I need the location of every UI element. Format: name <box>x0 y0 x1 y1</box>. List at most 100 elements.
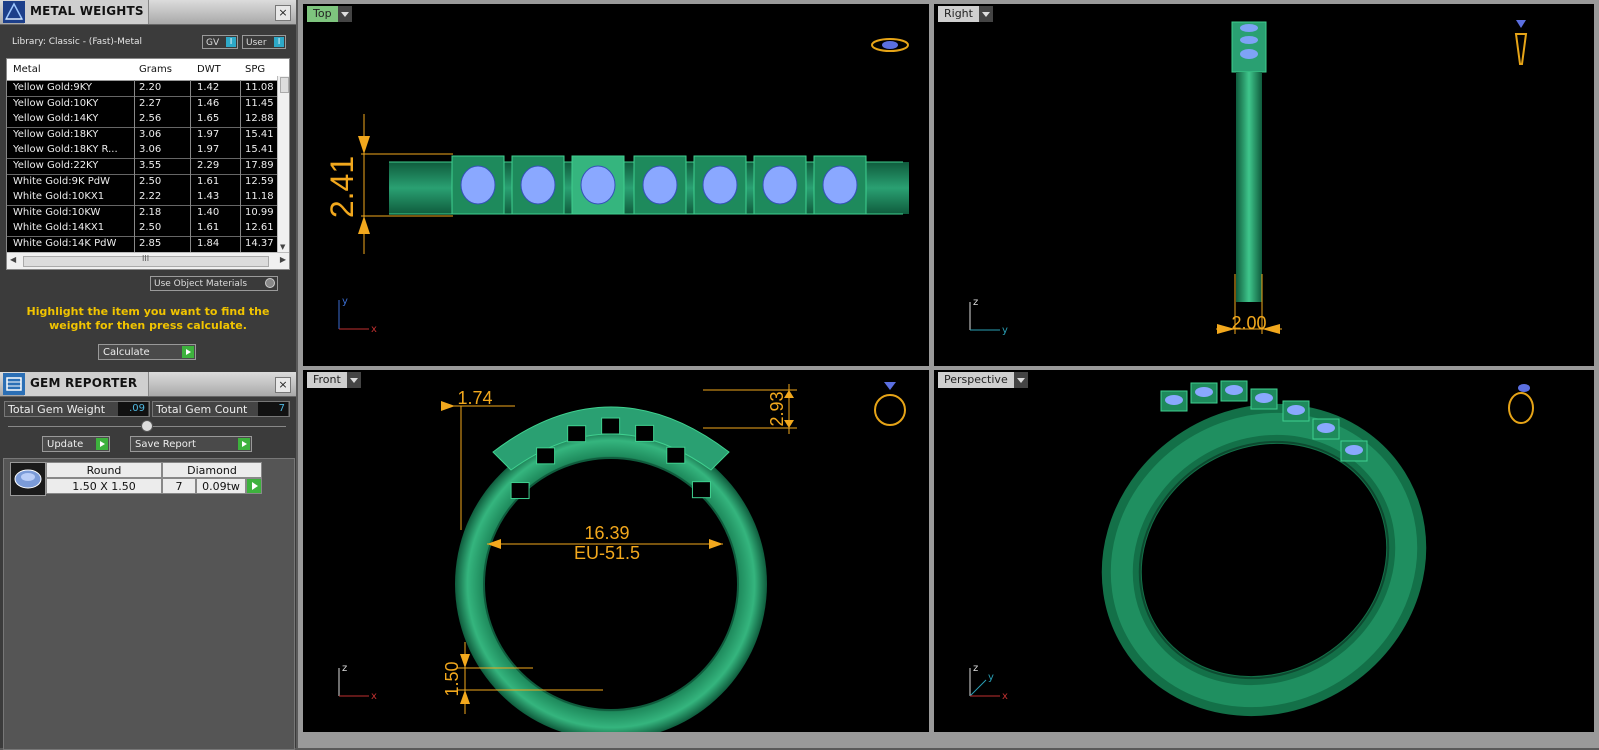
cell-grams: 2.22 <box>139 191 162 203</box>
cell-grams: 3.06 <box>139 144 162 156</box>
total-gem-count-field: Total Gem Count 7 <box>152 401 290 417</box>
calculate-button[interactable]: Calculate <box>98 344 196 360</box>
front-viewport[interactable]: 1.74 2.93 16.39 EU-51.5 1.50 z x Front <box>303 370 929 732</box>
gem-reporter-logo-icon <box>3 373 25 395</box>
cell-dwt: 1.61 <box>197 175 220 187</box>
table-row[interactable]: Yellow Gold:18KY R... 3.06 1.97 15.41 <box>7 143 277 160</box>
gem-reporter-close-button[interactable]: × <box>275 377 291 393</box>
axis-y-label: y <box>1002 325 1008 336</box>
use-object-materials-button[interactable]: Use Object Materials <box>150 276 278 291</box>
user-toggle[interactable]: User I <box>242 35 286 49</box>
chevron-down-icon[interactable] <box>337 6 352 22</box>
table-row[interactable]: Yellow Gold:22KY 3.55 2.29 17.89 <box>7 159 277 175</box>
scroll-left-icon[interactable]: ◀ <box>10 255 16 264</box>
table-row[interactable]: White Gold:10KW 2.18 1.40 10.99 <box>7 205 277 222</box>
round-gem-thumbnail[interactable] <box>10 462 46 496</box>
table-row[interactable]: Yellow Gold:18KY 3.06 1.97 15.41 <box>7 127 277 144</box>
update-button[interactable]: Update <box>42 436 110 452</box>
gem-slider-handle[interactable] <box>141 420 153 432</box>
cell-dwt: 1.43 <box>197 191 220 203</box>
diamond-stone <box>1255 393 1273 403</box>
diamond-stone <box>460 165 496 205</box>
gallery-window <box>510 482 530 500</box>
cell-grams: 2.18 <box>139 206 162 218</box>
chevron-down-icon[interactable] <box>978 6 993 22</box>
perspective-view-render: z y x <box>969 380 1534 717</box>
table-row[interactable]: Yellow Gold:9KY 2.20 1.42 11.08 <box>7 81 277 97</box>
round-diamond-icon <box>14 469 42 489</box>
tab-right-view[interactable]: Right <box>938 6 993 22</box>
cell-metal: Yellow Gold:18KY <box>13 128 99 140</box>
scroll-right-icon[interactable]: ▶ <box>280 255 286 264</box>
col-metal[interactable]: Metal <box>13 64 41 75</box>
diamond-stone <box>762 165 798 205</box>
scroll-down-icon[interactable]: ▼ <box>280 243 285 251</box>
axis-x-label: x <box>371 691 377 702</box>
col-grams[interactable]: Grams <box>139 64 172 75</box>
right-viewport[interactable]: 2.00 z y Right <box>934 4 1594 366</box>
table-row[interactable]: White Gold:9K PdW 2.50 1.61 12.59 <box>7 174 277 191</box>
gem-select-button[interactable] <box>246 478 262 494</box>
col-spg[interactable]: SPG <box>245 64 265 75</box>
tab-front-view[interactable]: Front <box>307 372 361 388</box>
cell-metal: White Gold:10KW <box>13 206 101 218</box>
play-icon <box>252 482 258 490</box>
tab-top-view[interactable]: Top <box>307 6 352 22</box>
vscroll-thumb[interactable] <box>280 77 289 93</box>
diamond-stone <box>1165 395 1183 405</box>
viewport-area: 2.41 y x Top 2.00 z y Right 1.74 2.93 16… <box>298 0 1599 748</box>
diamond-stone <box>1317 423 1335 433</box>
chevron-down-icon[interactable] <box>1013 372 1028 388</box>
table-row[interactable]: White Gold:14KX1 2.50 1.61 12.61 <box>7 221 277 238</box>
gem-list: Round Diamond 1.50 X 1.50 7 0.09tw <box>3 458 295 750</box>
cell-grams: 3.55 <box>139 160 162 171</box>
perspective-viewport[interactable]: z y x Perspective <box>934 370 1594 732</box>
gv-toggle[interactable]: GV I <box>202 35 238 49</box>
cell-grams: 2.56 <box>139 113 162 125</box>
gem-count: 7 <box>162 478 196 494</box>
cell-grams: 2.50 <box>139 222 162 234</box>
hscroll-thumb[interactable]: III <box>23 254 269 267</box>
front-top-offset-dimension: 1.74 <box>457 388 492 408</box>
table-row[interactable]: White Gold:10KX1 2.22 1.43 11.18 <box>7 190 277 207</box>
perspective-view-ring-icon[interactable] <box>1508 384 1534 424</box>
save-report-button[interactable]: Save Report <box>130 436 252 452</box>
chevron-down-icon[interactable] <box>346 372 361 388</box>
options-icon <box>265 278 275 288</box>
metal-table-vertical-scrollbar[interactable]: ▼ <box>277 76 289 252</box>
top-viewport[interactable]: 2.41 y x Top <box>303 4 929 366</box>
table-row[interactable]: Yellow Gold:14KY 2.56 1.65 12.88 <box>7 112 277 129</box>
gallery-window <box>567 425 587 443</box>
axis-z-label: z <box>973 297 978 308</box>
cell-grams: 2.27 <box>139 97 162 109</box>
left-panel: METAL WEIGHTS × Library: Classic - (Fast… <box>0 0 296 750</box>
metal-table-horizontal-scrollbar[interactable]: ◀ III ▶ <box>7 252 289 269</box>
cell-grams: 2.85 <box>139 238 162 249</box>
right-view-ring-icon[interactable] <box>1514 20 1528 65</box>
cell-dwt: 1.40 <box>197 206 220 218</box>
front-height-dimension: 2.93 <box>767 391 787 426</box>
diamond-stone <box>520 165 556 205</box>
axis-z-label: z <box>342 663 347 674</box>
table-row[interactable]: Yellow Gold:10KY 2.27 1.46 11.45 <box>7 96 277 113</box>
metal-weights-close-button[interactable]: × <box>275 5 291 21</box>
diamond-stone <box>702 165 738 205</box>
play-icon <box>182 346 194 358</box>
right-width-dimension: 2.00 <box>1231 313 1266 333</box>
col-dwt[interactable]: DWT <box>197 64 221 75</box>
table-row[interactable]: White Gold:14K PdW 2.85 1.84 14.37 <box>7 237 277 253</box>
cell-grams: 3.06 <box>139 128 162 140</box>
diamond-stone <box>1345 445 1363 455</box>
tab-perspective-view[interactable]: Perspective <box>938 372 1028 388</box>
metal-table[interactable]: Metal Grams DWT SPG Yellow Gold:9KY 2.20 1… <box>6 58 290 270</box>
gallery-window <box>666 446 686 464</box>
axis-z-label: z <box>973 663 978 674</box>
total-gem-count-value: 7 <box>258 402 288 416</box>
diamond-stone <box>822 165 858 205</box>
gallery-window <box>635 424 655 442</box>
top-view-ring-icon[interactable] <box>871 38 909 52</box>
axis-x-label: x <box>371 324 377 335</box>
front-view-ring-icon[interactable] <box>874 382 906 426</box>
front-ring-size: EU-51.5 <box>574 543 640 563</box>
cell-dwt: 1.42 <box>197 82 220 93</box>
